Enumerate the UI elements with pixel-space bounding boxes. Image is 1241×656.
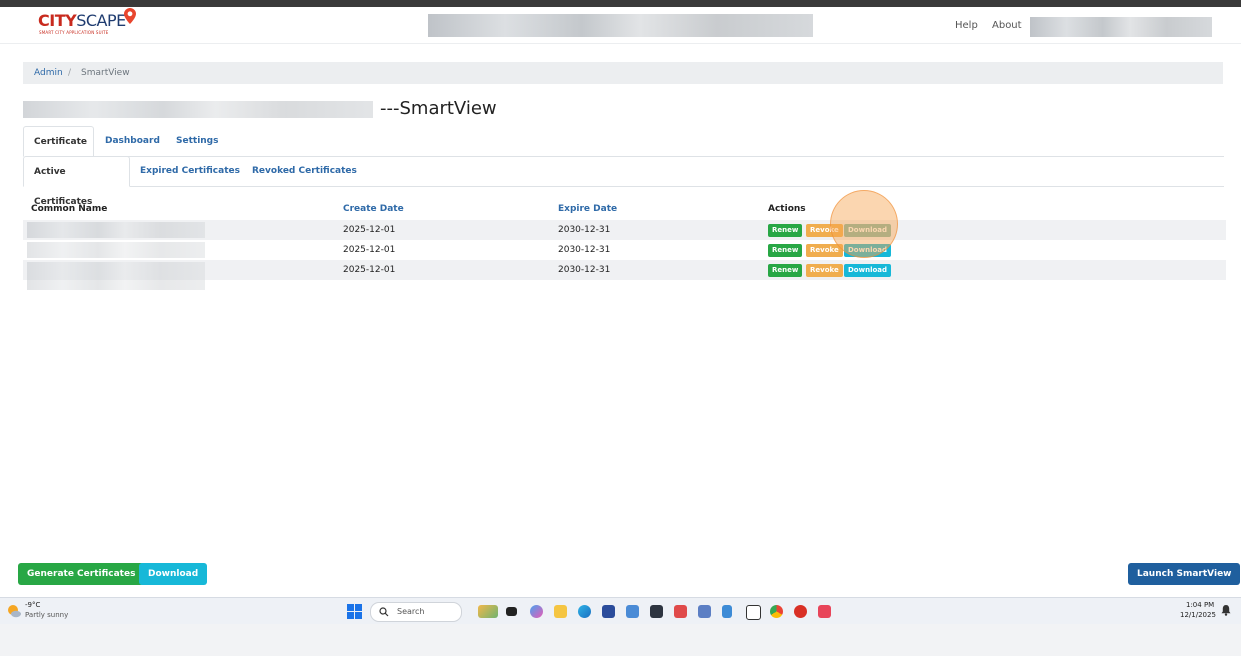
weather-icon[interactable] xyxy=(6,603,22,619)
logo-scape-text: SCAPE xyxy=(76,11,126,30)
redacted-common-name xyxy=(27,242,205,258)
copilot-icon[interactable] xyxy=(530,605,543,618)
redacted-header-text xyxy=(428,14,813,37)
app-badge-icon[interactable] xyxy=(794,605,807,618)
breadcrumb: Admin / SmartView xyxy=(23,62,1223,84)
widgets-icon[interactable] xyxy=(478,605,498,618)
redacted-common-name xyxy=(27,222,205,238)
cityscape-logo[interactable]: CITYSCAPE SMART CITY APPLICATION SUITE xyxy=(38,8,148,39)
task-view-icon[interactable] xyxy=(506,607,517,616)
expire-date-cell: 2030-12-31 xyxy=(558,225,611,235)
breadcrumb-current: SmartView xyxy=(81,68,130,78)
taskbar-time[interactable]: 1:04 PM xyxy=(1186,601,1214,609)
certificate-subtabs: Active Certificates Expired Certificates… xyxy=(23,156,1224,207)
subtab-active-certificates[interactable]: Active Certificates xyxy=(23,156,130,207)
seven-zip-icon[interactable] xyxy=(746,605,761,620)
notification-bell-icon[interactable] xyxy=(1221,605,1231,616)
download-button[interactable]: Download xyxy=(844,264,892,277)
table-row: 2025-12-01 2030-12-31 Renew Revoke Downl… xyxy=(23,260,1226,290)
generate-certificates-button[interactable]: Generate Certificates xyxy=(18,563,145,585)
window-top-strip xyxy=(0,0,1241,7)
column-header-expire-date[interactable]: Expire Date xyxy=(558,200,617,218)
revoke-button[interactable]: Revoke xyxy=(806,264,843,277)
map-pin-icon xyxy=(124,8,136,24)
table-row: 2025-12-01 2030-12-31 Renew Revoke Downl… xyxy=(23,240,1226,260)
tab-dashboard[interactable]: Dashboard xyxy=(95,126,170,156)
edge-browser-icon[interactable] xyxy=(578,605,591,618)
breadcrumb-separator: / xyxy=(68,68,72,78)
expire-date-cell: 2030-12-31 xyxy=(558,265,611,275)
download-button[interactable]: Download xyxy=(844,224,892,237)
taskbar-date[interactable]: 12/1/2025 xyxy=(1180,611,1216,619)
subtab-revoked-certificates[interactable]: Revoked Certificates xyxy=(242,156,367,186)
network-tool-icon[interactable] xyxy=(722,605,732,618)
notepad-icon[interactable] xyxy=(698,605,711,618)
taskbar-search-box[interactable]: Search xyxy=(370,602,462,622)
windows-taskbar: -9°C Partly sunny Search 1:04 PM 12/1/20… xyxy=(0,597,1241,624)
subtab-expired-certificates[interactable]: Expired Certificates xyxy=(130,156,250,186)
redacted-common-name xyxy=(27,262,205,290)
expire-date-cell: 2030-12-31 xyxy=(558,245,611,255)
create-date-cell: 2025-12-01 xyxy=(343,225,396,235)
search-label: Search xyxy=(397,607,425,616)
store-icon[interactable] xyxy=(602,605,615,618)
revoke-button[interactable]: Revoke xyxy=(806,224,843,237)
launch-smartview-button[interactable]: Launch SmartView xyxy=(1128,563,1241,585)
redacted-title-prefix xyxy=(23,101,373,118)
search-icon xyxy=(379,607,389,617)
tab-settings[interactable]: Settings xyxy=(166,126,228,156)
teams-icon[interactable] xyxy=(626,605,639,618)
terminal-icon[interactable] xyxy=(650,605,663,618)
redacted-user-menu[interactable] xyxy=(1030,17,1212,37)
column-header-actions: Actions xyxy=(768,204,806,214)
create-date-cell: 2025-12-01 xyxy=(343,245,396,255)
chrome-icon[interactable] xyxy=(770,605,783,618)
app-window: CITYSCAPE SMART CITY APPLICATION SUITE H… xyxy=(0,0,1241,624)
file-explorer-icon[interactable] xyxy=(554,605,567,618)
navbar: CITYSCAPE SMART CITY APPLICATION SUITE H… xyxy=(0,7,1241,44)
weather-description: Partly sunny xyxy=(25,611,69,619)
download-button[interactable]: Download xyxy=(844,244,892,257)
column-header-create-date[interactable]: Create Date xyxy=(343,200,404,218)
windows-start-icon[interactable] xyxy=(347,604,362,619)
logo-city-text: CITY xyxy=(38,11,77,30)
help-link[interactable]: Help xyxy=(955,20,978,31)
main-tabs: Certificate Dashboard Settings xyxy=(23,126,1224,157)
revoke-button[interactable]: Revoke xyxy=(806,244,843,257)
app-pink-icon[interactable] xyxy=(818,605,831,618)
table-row: 2025-12-01 2030-12-31 Renew Revoke Downl… xyxy=(23,220,1226,240)
renew-button[interactable]: Renew xyxy=(768,224,803,237)
weather-temperature: -9°C xyxy=(25,601,41,609)
logo-subtitle: SMART CITY APPLICATION SUITE xyxy=(39,30,109,35)
breadcrumb-admin-link[interactable]: Admin xyxy=(34,62,63,84)
column-header-common-name: Common Name xyxy=(31,204,108,214)
tab-certificate[interactable]: Certificate xyxy=(23,126,94,157)
page-title: ---SmartView xyxy=(380,98,497,119)
renew-button[interactable]: Renew xyxy=(768,264,803,277)
create-date-cell: 2025-12-01 xyxy=(343,265,396,275)
about-link[interactable]: About xyxy=(992,20,1022,31)
app-red-icon[interactable] xyxy=(674,605,687,618)
renew-button[interactable]: Renew xyxy=(768,244,803,257)
download-all-button[interactable]: Download xyxy=(139,563,208,585)
